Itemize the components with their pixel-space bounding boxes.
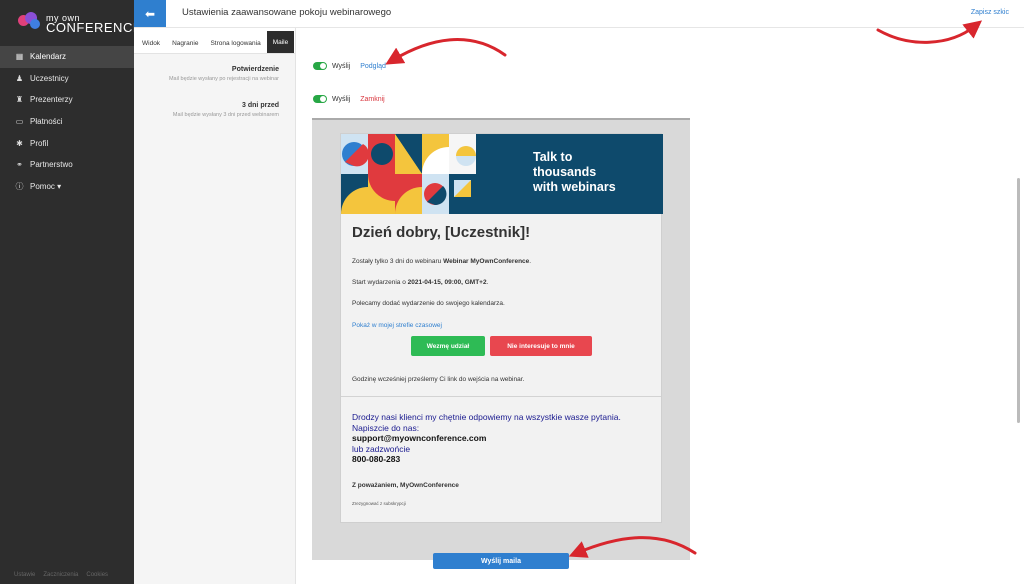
logo[interactable]: my own CONFERENCE <box>18 12 142 34</box>
sidebar-item-label: Pomoc ▾ <box>30 181 62 191</box>
sidebar-item-platnosci[interactable]: ▭ Płatności <box>0 111 134 133</box>
send-toggle[interactable] <box>313 62 327 70</box>
mail-entry-desc: Mail będzie wysłany po rejestracji na we… <box>168 76 279 82</box>
send-toggle[interactable] <box>313 95 327 103</box>
sidebar-item-prezenterzy[interactable]: ♜ Prezenterzy <box>0 89 134 111</box>
users-icon: ♟ <box>15 73 24 83</box>
tab-nagranie[interactable]: Nagranie <box>166 33 204 53</box>
tab-widok[interactable]: Widok <box>136 33 166 53</box>
sidebar-item-kalendarz[interactable]: ▦ Kalendarz <box>0 46 134 68</box>
sidebar-nav: ▦ Kalendarz ♟ Uczestnicy ♜ Prezenterzy ▭… <box>0 46 134 197</box>
info-icon: ⓘ <box>15 181 24 191</box>
mail-entry-3-days[interactable]: 3 dni przed Mail będzie wysłany 3 dni pr… <box>134 96 295 118</box>
decline-button[interactable]: Nie interesuje to mnie <box>490 336 592 356</box>
email-paragraph: Zostały tylko 3 dni do webinaru Webinar … <box>352 258 532 265</box>
logo-big-text: CONFERENCE <box>46 20 143 35</box>
email-paragraph: Start wydarzenia o 2021-04-15, 09:00, GM… <box>352 279 489 286</box>
arrow-left-icon: ⬅ <box>144 6 156 21</box>
mail-entry-confirmation[interactable]: Potwierdzenie Mail będzie wysłany po rej… <box>134 60 295 82</box>
divider <box>341 396 661 397</box>
email-regards: Z poważaniem, MyOwnConference <box>352 482 459 489</box>
footer-link[interactable]: Cookies <box>86 572 108 578</box>
tab-bar: Widok Nagranie Strona logowania Maile <box>134 28 295 54</box>
send-mail-button[interactable]: Wyślij maila <box>433 553 569 569</box>
handshake-icon: ⚭ <box>16 160 23 170</box>
sidebar-item-label: Uczestnicy <box>30 73 69 83</box>
logo-mark-icon <box>18 12 42 34</box>
save-draft-link[interactable]: Zapisz szkic <box>971 9 1009 16</box>
sidebar-item-label: Partnerstwo <box>30 160 73 170</box>
send-toggle-label: Wyślij <box>332 62 351 70</box>
topbar: ⬅ Ustawienia zaawansowane pokoju webinar… <box>134 0 1024 28</box>
sidebar-item-label: Płatności <box>30 117 63 127</box>
email-preview: Talk to thousands with webinars Dzień do… <box>340 133 663 523</box>
email-banner: Talk to thousands with webinars <box>341 134 663 214</box>
mail-entry-title: 3 dni przed <box>242 102 279 109</box>
email-contact-block: Drodzy nasi klienci my chętnie odpowiemy… <box>352 412 621 464</box>
support-email[interactable]: support@myownconference.com <box>352 433 621 444</box>
unsubscribe-link[interactable]: Zrezygnować z subskrypcji <box>352 501 406 506</box>
sidebar: my own CONFERENCE ▦ Kalendarz ♟ Uczestni… <box>0 0 142 584</box>
email-preview-frame: Talk to thousands with webinars Dzień do… <box>312 118 690 560</box>
sidebar-item-uczestnicy[interactable]: ♟ Uczestnicy <box>0 68 134 90</box>
sidebar-item-partnerstwo[interactable]: ⚭ Partnerstwo <box>0 154 134 176</box>
sidebar-item-profil[interactable]: ✱ Profil <box>0 132 134 154</box>
tab-strona-logowania[interactable]: Strona logowania <box>204 33 266 53</box>
main-content: Wyślij Podgląd Wyślij Zamknij Talk to th… <box>297 28 1012 584</box>
close-preview-link[interactable]: Zamknij <box>360 96 385 103</box>
presenter-icon: ♜ <box>15 95 24 105</box>
calendar-icon: ▦ <box>15 52 24 62</box>
footer-link[interactable]: Zaczniczenia <box>43 572 78 578</box>
wallet-icon: ▭ <box>15 117 24 127</box>
mail-row-confirmation: Wyślij Podgląd <box>313 62 386 70</box>
sidebar-footer: Ustawie Zaczniczenia Cookies <box>14 572 108 578</box>
support-phone: 800-080-283 <box>352 454 401 464</box>
app-window: my own CONFERENCE ▦ Kalendarz ♟ Uczestni… <box>0 0 1024 584</box>
email-paragraph: Polecamy dodać wydarzenie do swojego kal… <box>352 300 505 307</box>
attend-button[interactable]: Wezmę udział <box>411 336 485 356</box>
timezone-link[interactable]: Pokaż w mojej strefie czasowej <box>352 322 442 329</box>
banner-pattern-image <box>341 134 503 214</box>
mail-entry-title: Potwierdzenie <box>231 66 279 73</box>
gear-icon: ✱ <box>16 138 23 148</box>
banner-headline: Talk to thousands with webinars <box>533 150 616 194</box>
sidebar-item-pomoc[interactable]: ⓘ Pomoc ▾ <box>0 176 134 198</box>
sidebar-item-label: Kalendarz <box>30 52 67 62</box>
tab-maile[interactable]: Maile <box>266 31 295 53</box>
sidebar-item-label: Prezenterzy <box>30 95 73 105</box>
email-greeting: Dzień dobry, [Uczestnik]! <box>352 224 531 241</box>
scrollbar-thumb[interactable] <box>1017 178 1020 423</box>
send-toggle-label: Wyślij <box>332 95 351 103</box>
mail-entry-desc: Mail będzie wysłany 3 dni przed webinare… <box>172 112 279 118</box>
footer-link[interactable]: Ustawie <box>14 572 35 578</box>
sidebar-item-label: Profil <box>30 138 49 148</box>
mail-list-panel: Widok Nagranie Strona logowania Maile Po… <box>134 28 296 584</box>
scrollbar[interactable] <box>1012 28 1024 584</box>
page-title: Ustawienia zaawansowane pokoju webinarow… <box>182 7 392 18</box>
mail-row-3-days: Wyślij Zamknij <box>313 95 385 103</box>
back-button[interactable]: ⬅ <box>134 0 166 27</box>
preview-link[interactable]: Podgląd <box>360 63 386 70</box>
email-paragraph: Godzinę wcześniej prześlemy Ci link do w… <box>352 376 525 383</box>
